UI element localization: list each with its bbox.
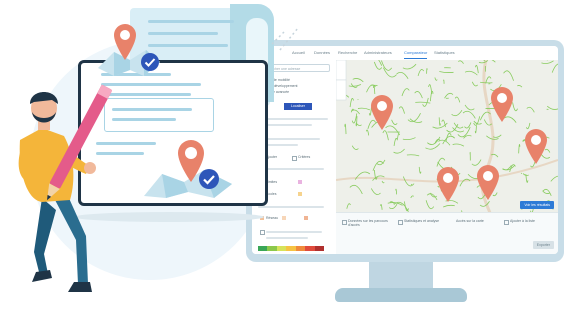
monitor-stand-base [335,288,467,302]
tab-statistiques[interactable]: Statistiques [434,50,455,55]
check-badge-icon [141,53,159,71]
filter-label: Critères [298,155,311,159]
map-pin-center [443,173,453,183]
result-column: Statistiques et analyse [404,219,440,223]
filter-checkbox[interactable] [260,230,265,235]
map-pin-center [377,101,387,111]
document-back-lines [148,20,234,47]
filter-label: Réseau [266,216,279,220]
localiser-button[interactable]: Localiser [284,103,312,110]
panel-rule [266,231,322,233]
tab-administrateurs[interactable]: Administrateurs [364,50,392,55]
tab-donnees[interactable]: Données [314,50,330,55]
color-swatch [304,216,308,220]
panel-rule [258,206,324,208]
color-swatch [298,180,302,184]
map-pin-center [497,93,507,103]
result-checkbox[interactable] [342,220,347,225]
color-swatch [298,192,302,196]
map-pin-icon [114,24,136,60]
check-badge-icon [199,169,219,189]
map-pin-center [483,171,493,181]
result-column: Accès sur la carte [456,219,484,223]
show-results-button[interactable]: Voir les résultats [520,201,554,209]
map-pin-center [531,135,541,145]
color-swatch [282,216,286,220]
sparkle-lines [271,27,299,51]
result-column: Données sur les parcours d'accès [348,219,388,227]
tab-recherche[interactable]: Recherche [338,50,357,55]
result-checkbox[interactable] [398,220,403,225]
result-column: Ajouter à la liste [510,219,535,223]
monitor-screen: Accueil Données Recherche Administrateur… [252,46,558,254]
document-box-lines [112,108,192,121]
panel-rule [258,118,328,120]
results-bar: Données sur les parcours d'accès Statist… [336,201,558,254]
filter-checkbox[interactable] [292,156,297,161]
pencil-icon [47,84,112,201]
export-button[interactable]: Exporter [532,241,554,249]
result-checkbox[interactable] [504,220,509,225]
tab-comparateur[interactable]: Comparateur [404,50,428,59]
panel-rule [266,237,308,239]
color-scale-legend [258,246,324,251]
monitor: Accueil Données Recherche Administrateur… [246,40,564,262]
